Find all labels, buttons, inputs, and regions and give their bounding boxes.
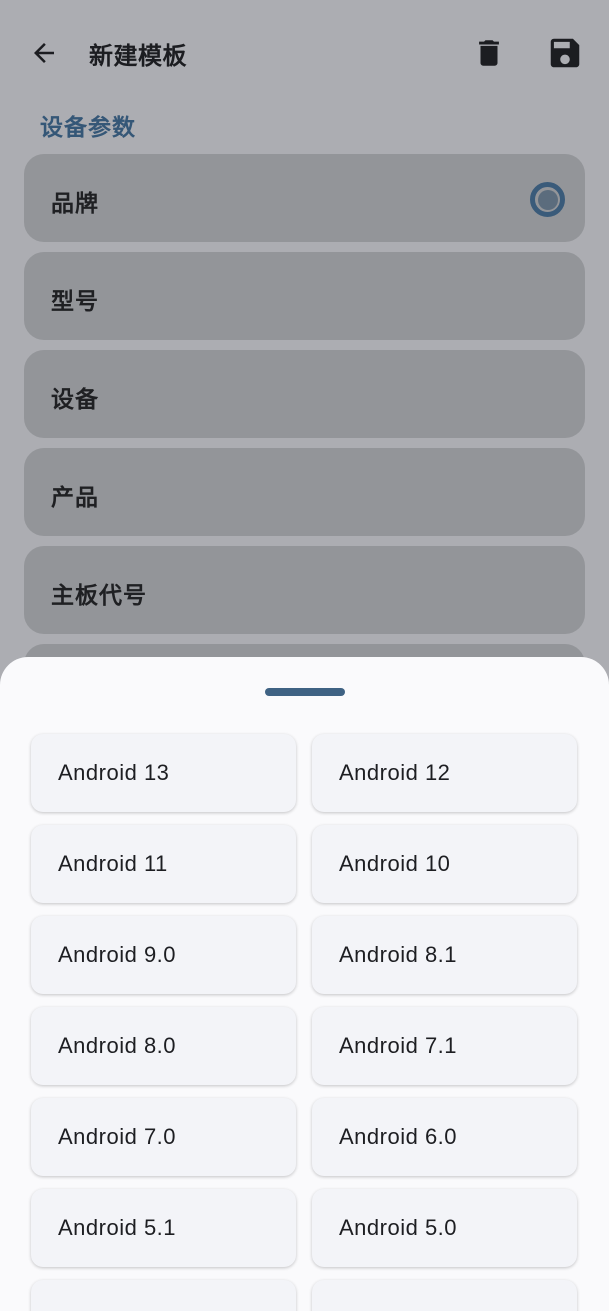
version-option[interactable]: Android 7.1 bbox=[312, 1007, 577, 1085]
field-product[interactable]: 产品 bbox=[24, 448, 585, 536]
field-label: 设备 bbox=[51, 387, 99, 413]
delete-button[interactable] bbox=[468, 32, 510, 74]
bottom-sheet: Android 13 Android 12 Android 11 Android… bbox=[0, 657, 609, 1311]
trash-icon bbox=[479, 40, 499, 66]
version-option[interactable]: Android 7.0 bbox=[31, 1098, 296, 1176]
save-button[interactable] bbox=[543, 32, 587, 74]
android-version-grid: Android 13 Android 12 Android 11 Android… bbox=[31, 734, 578, 1311]
radio-dot bbox=[537, 189, 558, 210]
back-button[interactable] bbox=[22, 33, 66, 73]
arrow-left-icon bbox=[34, 43, 54, 63]
field-device[interactable]: 设备 bbox=[24, 350, 585, 438]
version-label: Android 5.0 bbox=[339, 1215, 458, 1240]
field-label: 型号 bbox=[51, 289, 99, 315]
field-model[interactable]: 型号 bbox=[24, 252, 585, 340]
version-option[interactable] bbox=[31, 1280, 296, 1311]
version-option[interactable]: Android 10 bbox=[312, 825, 577, 903]
version-label: Android 6.0 bbox=[339, 1124, 458, 1149]
floppy-disk-icon bbox=[550, 38, 580, 68]
version-option[interactable]: Android 9.0 bbox=[31, 916, 296, 994]
version-option[interactable]: Android 13 bbox=[31, 734, 296, 812]
version-label: Android 11 bbox=[58, 851, 168, 876]
drag-handle[interactable] bbox=[265, 688, 345, 696]
section-title: 设备参数 bbox=[40, 115, 136, 141]
version-label: Android 5.1 bbox=[58, 1215, 177, 1240]
version-option[interactable] bbox=[312, 1280, 577, 1311]
version-option[interactable]: Android 8.0 bbox=[31, 1007, 296, 1085]
page-title: 新建模板 bbox=[89, 42, 187, 70]
version-label: Android 7.1 bbox=[339, 1033, 458, 1058]
version-label: Android 7.0 bbox=[58, 1124, 177, 1149]
field-label: 主板代号 bbox=[51, 583, 147, 609]
field-board[interactable]: 主板代号 bbox=[24, 546, 585, 634]
version-label: Android 8.0 bbox=[58, 1033, 177, 1058]
version-option[interactable]: Android 12 bbox=[312, 734, 577, 812]
field-label: 品牌 bbox=[51, 191, 99, 217]
version-option[interactable]: Android 6.0 bbox=[312, 1098, 577, 1176]
app-bar: 新建模板 bbox=[0, 0, 609, 106]
version-option[interactable]: Android 5.0 bbox=[312, 1189, 577, 1267]
version-option[interactable]: Android 8.1 bbox=[312, 916, 577, 994]
field-label: 产品 bbox=[51, 485, 99, 511]
field-brand[interactable]: 品牌 bbox=[24, 154, 585, 242]
version-label: Android 9.0 bbox=[58, 942, 177, 967]
version-label: Android 13 bbox=[58, 760, 170, 785]
version-label: Android 10 bbox=[339, 851, 451, 876]
version-label: Android 8.1 bbox=[339, 942, 458, 967]
radio-selected[interactable] bbox=[530, 182, 565, 217]
version-label: Android 12 bbox=[339, 760, 451, 785]
version-option[interactable]: Android 11 bbox=[31, 825, 296, 903]
version-option[interactable]: Android 5.1 bbox=[31, 1189, 296, 1267]
